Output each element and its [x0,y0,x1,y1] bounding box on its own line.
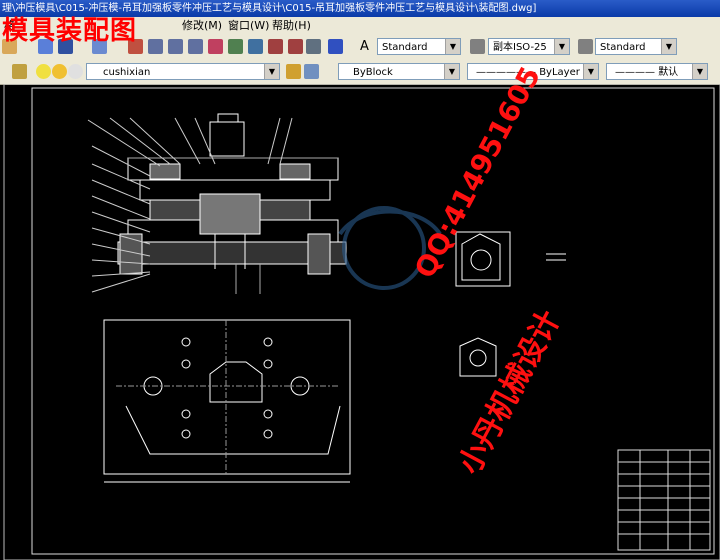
layer-previous-icon[interactable] [304,64,319,79]
layer-manager-icon[interactable] [12,64,27,79]
zoom-prev-icon[interactable] [168,39,183,54]
model-space-border [3,84,720,560]
text-style-icon: A [360,39,369,54]
dim-style-select[interactable]: 副本ISO-25 ▼ [488,38,570,55]
plan-view [103,319,351,483]
layer-on-icon [36,64,51,79]
drawing-canvas[interactable] [0,84,720,560]
layer-select[interactable]: cushixian ▼ [86,63,280,80]
tool-palette-icon[interactable] [248,39,263,54]
blank-view [459,337,497,377]
make-current-layer-icon[interactable] [286,64,301,79]
design-center-icon[interactable] [228,39,243,54]
menu-item-window[interactable]: 窗口(W) [228,17,269,35]
color-select[interactable]: ByBlock ▼ [338,63,460,80]
section-view [117,113,347,294]
sheet-set-icon[interactable] [268,39,283,54]
part-view [455,231,566,287]
help-icon[interactable] [328,39,343,54]
calculator-icon[interactable] [306,39,321,54]
dim-style-icon [470,39,485,54]
menu-item-modify[interactable]: 修改(M) [182,17,222,35]
overlay-title: 模具装配图 [2,16,138,46]
layer-lock-icon [68,64,83,79]
lineweight-select[interactable]: ———— 默认 ▼ [606,63,708,80]
title-block [617,449,711,551]
properties-icon[interactable] [208,39,223,54]
layers-toolbar: cushixian ▼ ByBlock ▼ —————— ByLayer ▼ ————… [0,60,720,85]
zoom-icon[interactable] [148,39,163,54]
table-style-select[interactable]: Standard ▼ [595,38,677,55]
table-style-icon [578,39,593,54]
layer-thaw-icon [52,64,67,79]
menu-item-help[interactable]: 帮助(H) [272,17,311,35]
text-style-select[interactable]: Standard ▼ [377,38,461,55]
markup-icon[interactable] [288,39,303,54]
zoom-window-icon[interactable] [188,39,203,54]
